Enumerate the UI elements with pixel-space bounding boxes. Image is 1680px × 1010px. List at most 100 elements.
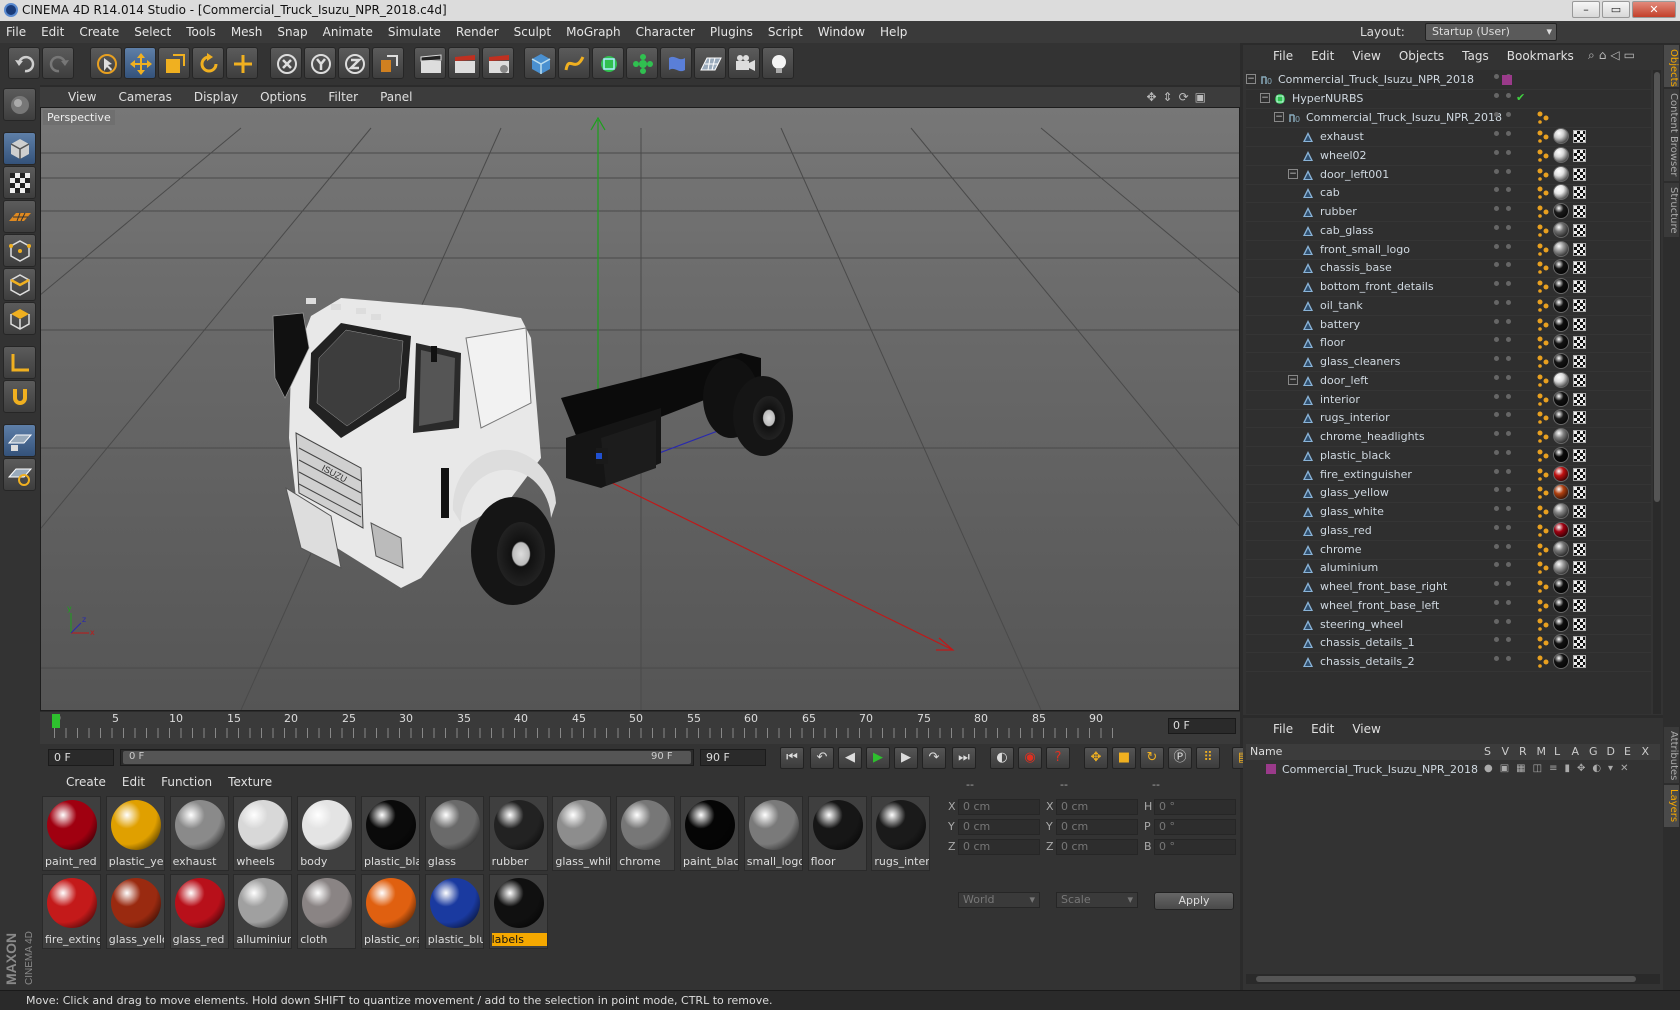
layout-select[interactable]: Startup (User) ▾ (1425, 23, 1557, 41)
material-exhaust[interactable]: exhaust (169, 796, 229, 871)
menu-mesh[interactable]: Mesh (231, 25, 263, 39)
add-spline-button[interactable] (558, 47, 590, 79)
go-to-start-button[interactable]: ⏮ (780, 747, 804, 769)
points-mode-button[interactable] (3, 234, 36, 267)
render-visibility-dot[interactable] (1506, 487, 1511, 493)
object-row-glass-white[interactable]: glass_white (1246, 502, 1651, 522)
redo-button[interactable] (42, 47, 74, 79)
start-frame-field[interactable]: 0 F (48, 749, 114, 766)
material-alluminium[interactable]: alluminium (233, 874, 293, 949)
object-row-wheel-front-base-right[interactable]: wheel_front_base_right (1246, 577, 1651, 597)
tab-objects[interactable]: Objects (1664, 45, 1679, 87)
render-visibility-dot[interactable] (1506, 281, 1511, 286)
material-tag-icon[interactable] (1553, 353, 1569, 369)
key-scale-button[interactable]: ■ (1112, 747, 1136, 769)
visibility-dots[interactable] (1494, 543, 1514, 556)
layer-col-a[interactable]: A (1572, 745, 1580, 758)
render-visibility-dot[interactable] (1506, 449, 1511, 455)
objects-menu-tags[interactable]: Tags (1462, 49, 1489, 63)
timeline-playhead[interactable] (52, 714, 60, 728)
object-name[interactable]: cab_glass (1320, 224, 1374, 237)
layers-menu-edit[interactable]: Edit (1311, 722, 1334, 736)
polygons-mode-button[interactable] (3, 302, 36, 335)
model-mode-button[interactable] (3, 132, 36, 165)
layer-hscrollbar[interactable] (1246, 974, 1660, 984)
object-name[interactable]: chassis_details_2 (1320, 655, 1415, 668)
object-name[interactable]: rubber (1320, 205, 1357, 218)
editor-visibility-dot[interactable] (1494, 262, 1499, 268)
layer-col-d[interactable]: D (1607, 745, 1615, 758)
menu-script[interactable]: Script (768, 25, 803, 39)
material-tag-icon[interactable] (1553, 334, 1569, 351)
maximize-button[interactable]: ▭ (1602, 1, 1630, 18)
menu-help[interactable]: Help (880, 25, 907, 39)
tab-layers[interactable]: Layers (1664, 785, 1679, 827)
layer-col-r[interactable]: R (1519, 745, 1527, 758)
material-tag-icon[interactable] (1553, 371, 1569, 388)
planar-workplane-button[interactable] (3, 458, 36, 491)
add-light-button[interactable] (762, 47, 794, 79)
material-menu-create[interactable]: Create (66, 775, 106, 793)
material-plastic-blac[interactable]: plastic_blac (361, 796, 420, 871)
add-nurbs-button[interactable] (592, 47, 624, 79)
render-visibility-dot[interactable] (1506, 374, 1511, 380)
material-floor[interactable]: floor (807, 796, 867, 871)
visibility-dots[interactable] (1494, 618, 1514, 631)
layer-col-x[interactable]: X (1642, 745, 1650, 758)
object-name[interactable]: chassis_base (1320, 261, 1392, 274)
uvw-tag-icon[interactable] (1573, 448, 1586, 462)
editor-visibility-dot[interactable] (1494, 131, 1499, 136)
close-button[interactable]: ✕ (1632, 1, 1676, 18)
visibility-dots[interactable] (1494, 393, 1514, 406)
apply-button[interactable]: Apply (1154, 892, 1234, 910)
y-axis-lock-button[interactable] (304, 47, 336, 79)
phong-tag-icon[interactable] (1536, 204, 1550, 218)
object-row-interior[interactable]: interior (1246, 390, 1651, 410)
record-keys-button[interactable]: ◐ (990, 747, 1014, 769)
objects-menu-view[interactable]: View (1352, 49, 1380, 63)
object-row-bottom-front-details[interactable]: bottom_front_details (1246, 277, 1651, 297)
phong-tag-icon[interactable] (1536, 485, 1550, 500)
render-visibility-dot[interactable] (1506, 206, 1511, 211)
tab-structure[interactable]: Structure (1664, 183, 1679, 237)
live-selection-button[interactable] (90, 47, 122, 79)
visibility-dots[interactable] (1494, 637, 1514, 649)
visibility-dots[interactable] (1494, 468, 1514, 481)
material-glass-white[interactable]: glass_white (552, 796, 612, 871)
uvw-tag-icon[interactable] (1573, 598, 1586, 612)
material-tag-icon[interactable] (1553, 465, 1569, 482)
render-visibility-dot[interactable] (1506, 468, 1511, 474)
material-tag-icon[interactable] (1553, 540, 1569, 557)
visibility-dots[interactable] (1494, 449, 1514, 462)
visibility-dots[interactable] (1494, 112, 1514, 124)
editor-visibility-dot[interactable] (1494, 187, 1499, 193)
phong-tag-icon[interactable] (1536, 279, 1550, 293)
layer-col-v[interactable]: V (1502, 745, 1510, 758)
uvw-tag-icon[interactable] (1573, 261, 1586, 275)
object-name[interactable]: chrome (1320, 543, 1362, 556)
uvw-tag-icon[interactable] (1573, 130, 1586, 143)
play-button[interactable]: ▶ (866, 747, 890, 769)
visibility-dots[interactable] (1494, 131, 1514, 143)
layer-col-g[interactable]: G (1589, 745, 1598, 758)
material-menu-function[interactable]: Function (161, 775, 212, 793)
add-cube-button[interactable] (524, 47, 556, 79)
expand-toggle-icon[interactable]: − (1260, 93, 1270, 103)
object-name[interactable]: glass_cleaners (1320, 355, 1400, 368)
editor-visibility-dot[interactable] (1494, 337, 1499, 343)
undo-button[interactable] (8, 47, 40, 79)
texture-mode-button[interactable] (3, 166, 36, 199)
material-tag-icon[interactable] (1553, 559, 1569, 576)
render-visibility-dot[interactable] (1506, 318, 1511, 324)
visibility-dots[interactable] (1494, 581, 1514, 593)
uvw-tag-icon[interactable] (1573, 617, 1586, 631)
phong-tag-icon[interactable] (1536, 223, 1550, 237)
uvw-tag-icon[interactable] (1573, 336, 1586, 350)
render-visibility-dot[interactable] (1506, 412, 1511, 418)
size-z-field[interactable]: 0 cm (1056, 839, 1138, 855)
phong-tag-icon[interactable] (1536, 542, 1550, 556)
object-name[interactable]: Commercial_Truck_Isuzu_NPR_2018 (1306, 111, 1502, 124)
material-glass[interactable]: glass (424, 796, 484, 871)
object-name[interactable]: door_left (1320, 374, 1368, 387)
object-row-chassis-base[interactable]: chassis_base (1246, 258, 1651, 279)
